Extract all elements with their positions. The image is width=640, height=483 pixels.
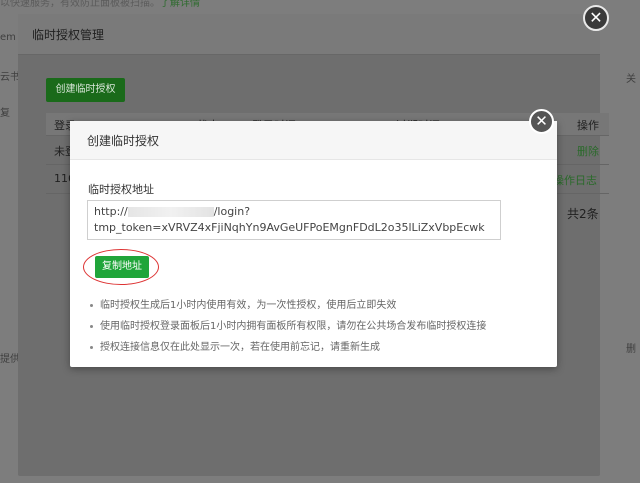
background-notice-text: 以快速服务，有效防止面板被扫描。 — [0, 0, 160, 8]
tip-item: 临时授权生成后1小时内使用有效，为一次性授权，使用后立即失效 — [90, 295, 550, 316]
highlight-circle: 复制地址 — [83, 249, 159, 285]
bg-fragment: 云书 — [0, 72, 20, 83]
delete-link[interactable]: 删除 — [577, 143, 599, 159]
copy-address-button[interactable]: 复制地址 — [95, 256, 149, 278]
bg-fragment: em — [0, 32, 16, 43]
tip-item: 授权连接信息仅在此处显示一次，若在使用前忘记，请重新生成 — [90, 337, 550, 358]
close-icon[interactable]: ✕ — [583, 5, 609, 31]
dialog-title: 临时授权管理 — [32, 28, 105, 42]
background-right-column: 关 删 — [598, 40, 640, 483]
column-header-action: 操作 — [577, 119, 599, 132]
background-left-column: em 云书 复 提供 — [0, 10, 20, 483]
bg-fragment: 复 — [0, 108, 10, 119]
redacted-host — [127, 207, 214, 217]
bg-fragment: 关 — [626, 74, 636, 85]
bg-fragment: 提供 — [0, 354, 20, 365]
create-temp-auth-button[interactable]: 创建临时授权 — [46, 78, 125, 102]
auth-address-field[interactable]: http:// /login? tmp_token=xVRVZ4xFjiNqhYn… — [87, 200, 501, 240]
background-notice: 以快速服务，有效防止面板被扫描。了解详情 — [0, 0, 640, 8]
bg-fragment: 删 — [626, 344, 636, 355]
close-icon[interactable]: ✕ — [529, 109, 554, 134]
tip-item: 使用临时授权登录面板后1小时内拥有面板所有权限，请勿在公共场合发布临时授权连接 — [90, 316, 550, 337]
address-line-2: tmp_token=xVRVZ4xFjiNqhYn9AvGeUFPoEMgnFD… — [94, 221, 485, 234]
dialog-header — [18, 14, 600, 55]
address-protocol: http:// — [94, 205, 128, 218]
create-temp-auth-dialog: 创建临时授权 临时授权地址 http:// /login? tmp_token=x… — [70, 121, 557, 367]
dialog-title: 创建临时授权 — [87, 134, 160, 148]
operation-log-link[interactable]: 操作日志 — [553, 172, 597, 188]
total-count: 共2条 — [567, 207, 599, 221]
address-line-1: http:// /login? — [94, 204, 494, 220]
tips-list: 临时授权生成后1小时内使用有效，为一次性授权，使用后立即失效 使用临时授权登录面… — [90, 295, 550, 358]
address-path: /login? — [213, 205, 251, 218]
address-label: 临时授权地址 — [88, 183, 154, 196]
dialog-header: 创建临时授权 — [70, 121, 557, 160]
background-learn-more-link[interactable]: 了解详情 — [160, 0, 200, 8]
